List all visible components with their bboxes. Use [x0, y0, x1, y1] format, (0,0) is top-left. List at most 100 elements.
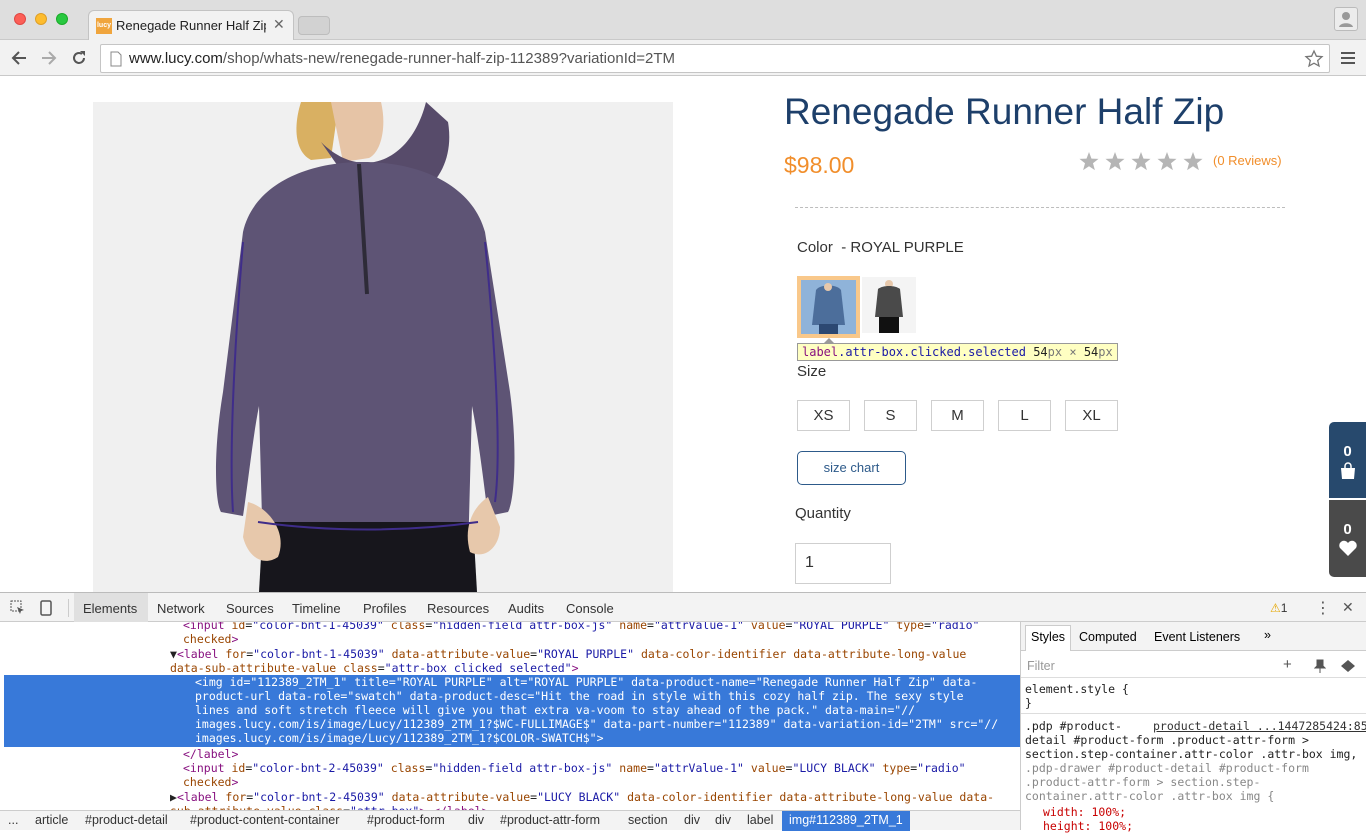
color-label: Color: [797, 239, 833, 256]
swatch-black-image: [862, 277, 916, 333]
rule-selector-line-3: section.step-container.attr-color .attr-…: [1025, 747, 1358, 761]
wishlist-count: 0: [1343, 521, 1352, 538]
reload-icon[interactable]: [70, 49, 88, 67]
tab-computed[interactable]: Computed: [1079, 630, 1137, 644]
quantity-input[interactable]: 1: [795, 543, 891, 584]
tab-audits[interactable]: Audits: [508, 601, 544, 616]
more-tabs-icon[interactable]: »: [1264, 628, 1271, 642]
styles-pane: Styles Computed Event Listeners » Filter…: [1020, 622, 1366, 833]
crumb-div-2[interactable]: div: [684, 813, 700, 827]
crumb-article[interactable]: article: [35, 813, 68, 827]
warning-count: 1: [1280, 601, 1288, 615]
rule-source-link[interactable]: product-detail ...1447285424:856: [1153, 719, 1366, 733]
rule-property-width[interactable]: width: 100%;: [1043, 805, 1126, 819]
browser-tab-bar: lucy Renegade Runner Half Zip ✕: [0, 0, 1366, 41]
maximize-window-button[interactable]: [56, 13, 68, 25]
device-mode-icon[interactable]: [40, 600, 52, 616]
heart-icon: [1338, 540, 1357, 556]
styles-divider: [1021, 677, 1366, 678]
reviews-link[interactable]: (0 Reviews): [1213, 153, 1282, 168]
tab-console[interactable]: Console: [566, 601, 614, 616]
styles-filter-input[interactable]: Filter: [1027, 659, 1055, 673]
warning-icon: ⚠: [1270, 601, 1281, 615]
devtools-tab-bar: Elements Network Sources Timeline Profil…: [0, 593, 1366, 622]
product-price: $98.00: [784, 152, 855, 178]
crumb-section[interactable]: section: [628, 813, 668, 827]
devtools-panel: Elements Network Sources Timeline Profil…: [0, 592, 1366, 833]
crumb-product-detail[interactable]: #product-detail: [85, 813, 168, 827]
rule-divider: [1021, 713, 1366, 714]
crumb-product-content-container[interactable]: #product-content-container: [190, 813, 339, 827]
crumb-img-selected[interactable]: img#112389_2TM_1: [782, 811, 910, 831]
quantity-heading: Quantity: [795, 505, 851, 522]
color-heading: Color - ROYAL PURPLE: [797, 239, 964, 256]
browser-tab[interactable]: lucy Renegade Runner Half Zip ✕: [88, 10, 294, 41]
tab-profiles[interactable]: Profiles: [363, 601, 406, 616]
crumb-div[interactable]: div: [468, 813, 484, 827]
url-domain: www.lucy.com: [129, 50, 223, 67]
size-option-l[interactable]: L: [998, 400, 1051, 431]
styles-tab-bar: Styles Computed Event Listeners »: [1021, 622, 1366, 651]
close-devtools-icon[interactable]: ✕: [1342, 599, 1354, 616]
tooltip-tag: label: [802, 345, 839, 359]
tab-timeline[interactable]: Timeline: [292, 601, 341, 616]
color-value: - ROYAL PURPLE: [841, 239, 964, 256]
browser-toolbar: www.lucy.com/shop/whats-new/renegade-run…: [0, 40, 1366, 76]
more-options-icon[interactable]: ⋮: [1315, 598, 1331, 618]
rating-stars: [1078, 150, 1208, 174]
page-icon: [110, 51, 122, 67]
close-tab-icon[interactable]: ✕: [273, 16, 285, 33]
bookmark-star-icon[interactable]: [1304, 49, 1324, 69]
crumb-div-3[interactable]: div: [715, 813, 731, 827]
rule-selector-line-2: detail #product-form .product-attr-form …: [1025, 733, 1309, 747]
size-option-s[interactable]: S: [864, 400, 917, 431]
pin-icon[interactable]: [1314, 659, 1326, 673]
profile-button[interactable]: [1334, 7, 1358, 31]
site-favicon-icon: lucy: [96, 18, 112, 34]
crumb-product-attr-form[interactable]: #product-attr-form: [500, 813, 600, 827]
menu-hamburger-icon[interactable]: [1340, 50, 1356, 66]
wishlist-widget[interactable]: 0: [1329, 500, 1366, 577]
minimize-window-button[interactable]: [35, 13, 47, 25]
cart-count: 0: [1343, 443, 1352, 460]
new-tab-button[interactable]: [298, 16, 330, 35]
rule-property-height[interactable]: height: 100%;: [1043, 819, 1133, 833]
product-image: [93, 102, 673, 592]
address-bar[interactable]: www.lucy.com/shop/whats-new/renegade-run…: [100, 44, 1330, 73]
tab-sources[interactable]: Sources: [226, 601, 274, 616]
toggle-element-state-icon[interactable]: [1340, 659, 1356, 673]
color-swatch-lucy-black[interactable]: [862, 277, 916, 333]
crumb-label[interactable]: label: [747, 813, 773, 827]
size-option-xl[interactable]: XL: [1065, 400, 1118, 431]
crumb-ellipsis[interactable]: ...: [8, 813, 18, 827]
divider: [795, 207, 1285, 208]
tab-event-listeners[interactable]: Event Listeners: [1154, 630, 1240, 644]
model-photo-illustration: [93, 102, 673, 592]
forward-arrow-icon[interactable]: [40, 49, 58, 67]
tooltip-unit-h: px: [1098, 345, 1113, 359]
crumb-product-form[interactable]: #product-form: [367, 813, 445, 827]
star-icon: [1105, 152, 1125, 171]
product-page: Renegade Runner Half Zip $98.00 (0 Revie…: [0, 77, 1366, 592]
rule-selector-line-5: .product-attr-form > section.step-: [1025, 775, 1261, 789]
tab-elements[interactable]: Elements: [83, 601, 137, 616]
breadcrumb: ... article #product-detail #product-con…: [0, 810, 1020, 831]
color-swatch-royal-purple[interactable]: [797, 276, 860, 338]
size-chart-button[interactable]: size chart: [797, 451, 906, 485]
rule-selector-line-6: container.attr-color .attr-box img {: [1025, 789, 1275, 803]
tab-styles[interactable]: Styles: [1031, 630, 1065, 644]
cart-widget[interactable]: 0: [1329, 422, 1366, 498]
size-option-xs[interactable]: XS: [797, 400, 850, 431]
close-window-button[interactable]: [14, 13, 26, 25]
inspect-element-icon[interactable]: [10, 600, 26, 616]
back-arrow-icon[interactable]: [10, 49, 28, 67]
tab-network[interactable]: Network: [157, 601, 205, 616]
warnings-indicator[interactable]: ⚠1: [1270, 601, 1287, 615]
size-option-m[interactable]: M: [931, 400, 984, 431]
url-path: /shop/whats-new/renegade-runner-half-zip…: [222, 50, 675, 67]
add-style-rule-icon[interactable]: +: [1283, 656, 1292, 673]
dom-tree[interactable]: <input id="color-bnt-1-45039" class="hid…: [0, 622, 1020, 810]
selected-dom-node[interactable]: <img id="112389_2TM_1" title="ROYAL PURP…: [4, 675, 1020, 747]
tab-resources[interactable]: Resources: [427, 601, 489, 616]
product-title: Renegade Runner Half Zip: [784, 91, 1225, 132]
